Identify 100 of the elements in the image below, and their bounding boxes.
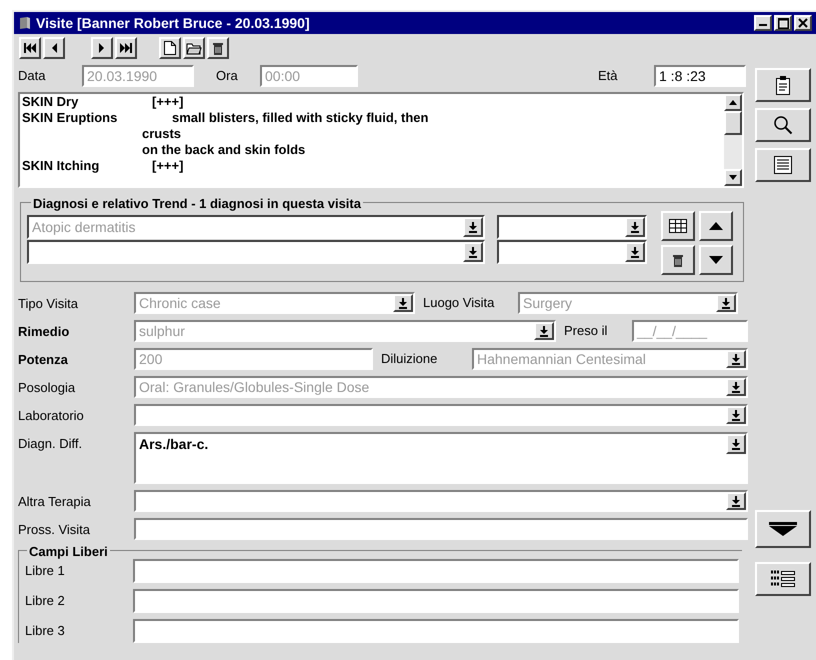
download-arrow-icon (630, 246, 640, 258)
dropdown-button[interactable] (393, 294, 413, 312)
dropdown-button[interactable] (716, 294, 736, 312)
move-down-button[interactable] (699, 245, 733, 275)
field-label: Diluizione (380, 350, 438, 368)
field-label: Altra Terapia (18, 493, 92, 511)
search-button[interactable] (755, 108, 811, 142)
download-arrow-icon (731, 410, 741, 420)
dropdown-button[interactable] (625, 242, 645, 262)
download-arrow-icon (539, 326, 549, 336)
download-arrow-icon (630, 222, 640, 232)
download-arrow-icon (468, 246, 478, 258)
first-button[interactable] (19, 37, 41, 59)
collapse-button[interactable] (755, 510, 811, 548)
close-button[interactable] (794, 15, 812, 31)
field-label: Data (18, 67, 46, 86)
next-icon (98, 43, 106, 53)
maximize-button[interactable] (774, 15, 792, 31)
field-label: Potenza (18, 351, 69, 369)
memo-field[interactable]: Ars./bar-c. (134, 432, 748, 484)
scrollbar[interactable] (724, 94, 742, 186)
symptom-detail: [+++] (152, 158, 184, 174)
previous-button[interactable] (43, 37, 65, 59)
field-label: Preso il (563, 322, 608, 340)
age-field[interactable]: 1 :8 :23 (654, 65, 746, 87)
combo-box[interactable] (497, 240, 647, 264)
download-arrow-icon (731, 438, 741, 450)
trash-icon (212, 41, 224, 55)
first-icon (23, 43, 37, 53)
symptom-text: SKIN Itching (22, 158, 100, 174)
input-field[interactable] (133, 589, 739, 613)
field-label: Posologia (18, 379, 76, 397)
book-icon (18, 16, 32, 30)
dropdown-button[interactable] (726, 378, 746, 396)
field-label: Libre 3 (24, 622, 66, 640)
symptom-text: SKIN Eruptions (22, 110, 118, 126)
dropdown-button[interactable] (726, 350, 746, 368)
collapse-icon (769, 522, 797, 536)
search-icon (773, 115, 793, 135)
notes-box[interactable]: SKIN Dry [+++] SKIN Eruptions small blisters, filled with sticky fluid, then crusts on the back and skin folds SKIN Itching [+++] (18, 92, 744, 188)
field-label: Laboratorio (18, 407, 85, 425)
download-arrow-icon (731, 382, 741, 392)
field-label: Pross. Visita (18, 521, 92, 539)
new-document-button[interactable] (159, 37, 181, 59)
next-button[interactable] (91, 37, 113, 59)
table-button[interactable] (661, 211, 695, 241)
previous-icon (50, 43, 58, 53)
download-arrow-icon (721, 298, 731, 308)
scroll-thumb[interactable] (724, 111, 742, 135)
field-label: Luogo Visita (422, 294, 496, 312)
input-field[interactable] (134, 518, 748, 540)
clipboard-icon (775, 75, 791, 95)
symptom-detail: [+++] (152, 94, 184, 110)
symptom-detail: crusts (142, 126, 182, 142)
dropdown-button[interactable] (625, 217, 645, 237)
symptom-detail: small blisters, filled with sticky fluid, then (172, 110, 428, 126)
symptom-text: SKIN Dry (22, 94, 80, 110)
move-down-icon (709, 256, 723, 264)
combo-box[interactable] (27, 240, 485, 264)
fields-list-button[interactable] (755, 562, 811, 596)
field-label: Rimedio (18, 323, 70, 341)
field-label: Libre 2 (24, 592, 66, 610)
input-field[interactable] (133, 559, 739, 583)
download-arrow-icon (731, 354, 741, 364)
dropdown-button[interactable] (726, 492, 746, 510)
last-icon (119, 43, 133, 53)
table-icon (669, 219, 687, 233)
open-folder-button[interactable] (183, 37, 205, 59)
input-field[interactable] (133, 619, 739, 643)
field-label: Libre 1 (24, 562, 66, 580)
download-arrow-icon (731, 496, 741, 506)
clipboard-button[interactable] (755, 68, 811, 102)
last-button[interactable] (115, 37, 137, 59)
scroll-up-icon (729, 100, 737, 105)
minimize-icon (759, 24, 767, 26)
close-icon (798, 18, 808, 28)
fields-list-icon (770, 569, 796, 589)
dropdown-button[interactable] (463, 242, 483, 262)
form-button[interactable] (755, 148, 811, 182)
window-title: Visite [Banner Robert Bruce - 20.03.1990] (36, 14, 311, 33)
field-label: Età (598, 67, 619, 86)
trash-button[interactable] (661, 245, 695, 275)
download-arrow-icon (468, 222, 478, 232)
combo-box[interactable] (497, 215, 647, 239)
move-up-icon (709, 222, 723, 230)
new-document-icon (163, 40, 177, 56)
dropdown-button[interactable] (726, 406, 746, 424)
minimize-button[interactable] (754, 15, 772, 31)
field-label: Ora (216, 67, 239, 86)
open-folder-icon (186, 41, 202, 55)
dropdown-button[interactable] (534, 322, 554, 340)
scroll-down-icon (729, 175, 737, 180)
trash-button[interactable] (207, 37, 229, 59)
form-icon (774, 156, 792, 174)
maximize-icon (778, 18, 788, 28)
field-label: Tipo Visita (18, 295, 79, 313)
download-arrow-icon (398, 298, 408, 308)
trash-icon (672, 253, 684, 267)
move-up-button[interactable] (699, 211, 733, 241)
dropdown-button[interactable] (726, 434, 746, 454)
